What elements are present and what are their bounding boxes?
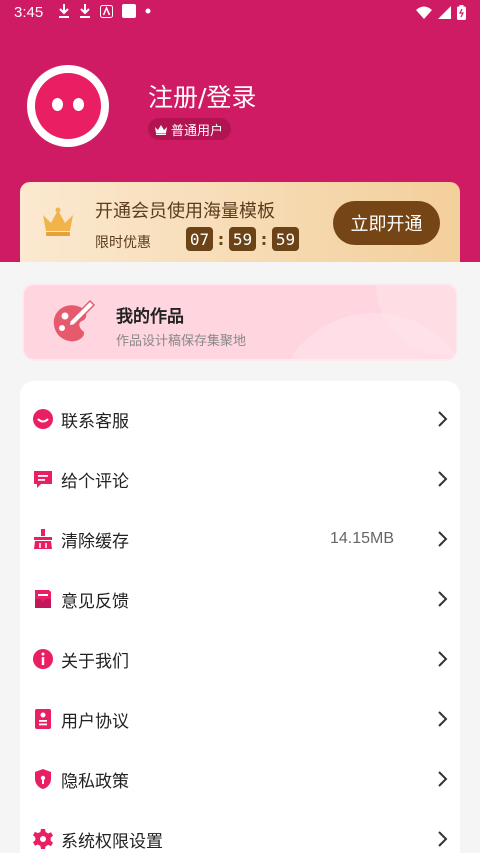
chevron-right-icon — [438, 831, 448, 847]
countdown-timer: 07 : 59 : 59 — [186, 227, 299, 251]
vip-promo-card[interactable]: 开通会员使用海量模板 限时优惠 07 : 59 : 59 立即开通 — [20, 182, 460, 262]
vip-title: 开通会员使用海量模板 — [95, 201, 275, 222]
menu-item-review[interactable]: 给个评论 — [20, 449, 460, 509]
avatar[interactable] — [27, 65, 109, 147]
avatar-face-icon — [35, 73, 101, 139]
limited-offer-label: 限时优惠 — [95, 235, 151, 251]
info-icon — [33, 649, 53, 669]
login-register-link[interactable]: 注册/登录 — [148, 78, 256, 114]
chevron-right-icon — [438, 711, 448, 727]
signal-icon — [438, 6, 451, 19]
menu-item-user-agreement[interactable]: 用户协议 — [20, 689, 460, 749]
open-vip-button[interactable]: 立即开通 — [333, 201, 440, 245]
settings-menu: 联系客服 给个评论 清除缓存 14.15MB 意见反馈 关于我们 用户协议 隐私… — [20, 381, 460, 853]
download-icon — [80, 4, 90, 18]
countdown-hours: 07 — [186, 227, 213, 251]
menu-item-label: 隐私政策 — [61, 771, 129, 792]
battery-icon — [457, 5, 466, 20]
chevron-right-icon — [438, 471, 448, 487]
cache-size-value: 14.15MB — [329, 530, 394, 547]
broom-icon — [34, 529, 52, 549]
menu-item-privacy-policy[interactable]: 隐私政策 — [20, 749, 460, 809]
my-works-card[interactable]: 我的作品 作品设计稿保存集聚地 — [22, 283, 458, 361]
palette-icon — [53, 299, 96, 342]
menu-item-label: 清除缓存 — [61, 531, 129, 552]
countdown-minutes: 59 — [229, 227, 256, 251]
document-icon — [35, 709, 51, 729]
gear-icon — [33, 829, 53, 849]
chevron-right-icon — [438, 771, 448, 787]
square-notification-icon — [122, 4, 136, 18]
comment-icon — [34, 471, 52, 488]
menu-item-permission-settings[interactable]: 系统权限设置 — [20, 809, 460, 853]
menu-item-label: 用户协议 — [61, 711, 129, 732]
chat-icon — [33, 409, 53, 429]
feedback-icon — [35, 590, 51, 608]
user-type-label: 普通用户 — [171, 123, 224, 139]
chevron-right-icon — [438, 651, 448, 667]
menu-item-contact-service[interactable]: 联系客服 — [20, 389, 460, 449]
menu-item-label: 系统权限设置 — [61, 831, 163, 852]
menu-item-label: 意见反馈 — [61, 591, 129, 612]
wifi-icon — [416, 6, 432, 19]
profile-header: 3:45 注册/登录 普通用户 开通会员使用海量模板 限时优惠 07: 59 … — [0, 0, 480, 262]
chevron-right-icon — [438, 531, 448, 547]
user-type-badge: 普通用户 — [148, 118, 232, 140]
chevron-right-icon — [438, 411, 448, 427]
my-works-subtitle: 作品设计稿保存集聚地 — [116, 334, 247, 349]
app-notification-icon — [100, 4, 113, 18]
menu-item-label: 关于我们 — [61, 651, 129, 672]
shield-icon — [35, 769, 51, 789]
menu-item-feedback[interactable]: 意见反馈 — [20, 569, 460, 629]
crown-icon — [155, 124, 167, 135]
chevron-right-icon — [438, 591, 448, 607]
menu-item-label: 给个评论 — [61, 471, 129, 492]
my-works-title: 我的作品 — [116, 307, 184, 327]
menu-item-about-us[interactable]: 关于我们 — [20, 629, 460, 689]
status-bar: 3:45 — [0, 0, 480, 28]
menu-item-clear-cache[interactable]: 清除缓存 14.15MB — [20, 509, 460, 569]
vip-crown-icon — [43, 207, 73, 236]
download-icon — [59, 4, 69, 18]
countdown-seconds: 59 — [272, 227, 299, 251]
menu-item-label: 联系客服 — [61, 411, 129, 432]
dot-icon — [145, 8, 151, 14]
status-time: 3:45 — [14, 4, 44, 21]
